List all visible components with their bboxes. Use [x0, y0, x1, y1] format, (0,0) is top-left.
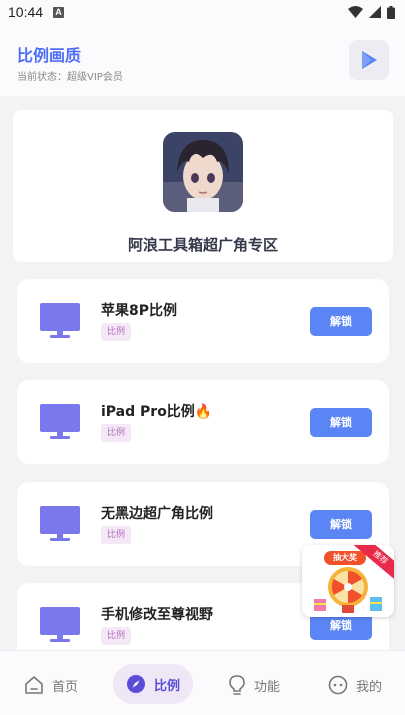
list-item[interactable]: iPad Pro比例🔥 比例 解锁: [17, 380, 389, 464]
nav-label: 功能: [254, 679, 281, 695]
nav-item-features[interactable]: 功能: [228, 665, 280, 705]
home-icon: [25, 676, 43, 694]
item-title-text: iPad Pro比例: [101, 404, 195, 420]
item-title: 无黑边超广角比例: [101, 506, 213, 522]
nav-label: 比例: [154, 678, 181, 694]
unlock-button[interactable]: 解锁: [310, 307, 372, 336]
item-tag: 比例: [101, 323, 132, 341]
item-tag: 比例: [101, 627, 132, 645]
nav-label: 首页: [52, 679, 79, 695]
item-title: 苹果8P比例: [101, 303, 178, 319]
bottom-nav: 首页 比例 功能 我的: [0, 650, 405, 715]
membership-status: 当前状态：超级VIP会员: [17, 72, 123, 83]
play-button[interactable]: [349, 40, 389, 80]
face-icon: [328, 675, 348, 695]
item-title: 手机修改至尊视野: [101, 607, 213, 623]
compass-icon: [127, 675, 145, 693]
avatar: [163, 132, 243, 212]
nav-label: 我的: [356, 679, 383, 695]
lottery-widget[interactable]: 抽大奖 推荐: [302, 545, 394, 617]
unlock-button[interactable]: 解锁: [310, 408, 372, 437]
fire-icon: 🔥: [194, 404, 213, 420]
play-triangle-icon: [362, 51, 377, 69]
nav-item-ratio[interactable]: 比例: [113, 664, 193, 704]
status-icons: [348, 5, 395, 19]
zone-title: 阿浪工具箱超广角专区: [127, 236, 278, 254]
monitor-icon: [40, 506, 80, 541]
signal-icon: [369, 6, 381, 18]
item-title: iPad Pro比例🔥: [101, 401, 212, 421]
app-header: 比例画质 当前状态：超级VIP会员: [0, 24, 405, 96]
zone-banner-card: 阿浪工具箱超广角专区: [13, 110, 393, 262]
nav-item-ratio-inner: 比例: [126, 664, 180, 704]
status-time: 10:44: [8, 4, 44, 20]
battery-icon: [387, 5, 395, 19]
wifi-icon: [348, 6, 363, 18]
nav-item-mine[interactable]: 我的: [328, 665, 382, 705]
item-tag: 比例: [101, 526, 132, 544]
list-item[interactable]: 苹果8P比例 比例 解锁: [17, 279, 389, 363]
unlock-button[interactable]: 解锁: [310, 510, 372, 539]
monitor-icon: [40, 303, 80, 338]
monitor-icon: [40, 607, 80, 642]
page-title: 比例画质: [17, 46, 82, 65]
monitor-icon: [40, 404, 80, 439]
status-bar: 10:44 A: [0, 0, 405, 24]
prize-wheel-icon: [314, 567, 382, 613]
notification-icon: A: [53, 6, 65, 18]
nav-item-home[interactable]: 首页: [24, 665, 78, 705]
item-tag: 比例: [101, 424, 132, 442]
lightbulb-icon: [229, 675, 245, 695]
